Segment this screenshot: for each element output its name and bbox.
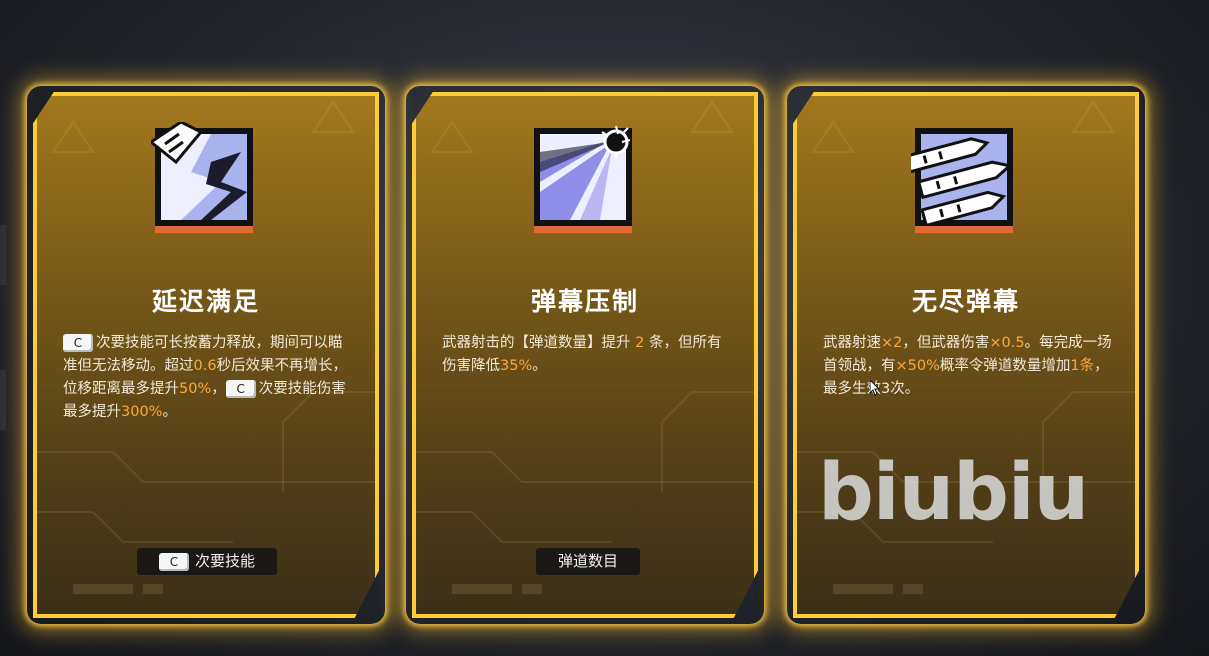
desc-value: 35% — [500, 358, 533, 374]
desc-text: 。 — [162, 404, 177, 420]
card-description: 武器射速×2，但武器伤害×0.5。每完成一场首领战，有×50%概率令弹道数量增加… — [823, 332, 1115, 401]
desc-value: 50% — [179, 381, 212, 397]
dash-strike-icon — [151, 122, 257, 234]
barrage-explosion-icon — [530, 122, 636, 234]
mouse-cursor-icon — [870, 380, 880, 396]
key-c-badge: C — [158, 552, 189, 571]
desc-value: 1条 — [1070, 358, 1095, 374]
skill-tag: 弹道数目 — [536, 548, 640, 575]
tag-label: 弹道数目 — [557, 552, 618, 570]
desc-text: ，但武器伤害 — [902, 335, 990, 351]
desc-text: 。 — [532, 358, 547, 374]
desc-text: 概率令弹道数量增加 — [939, 358, 1071, 374]
key-c-badge: C — [225, 380, 256, 398]
desc-text: 武器射速 — [823, 335, 881, 351]
key-c-badge: C — [63, 334, 93, 352]
desc-text: 武器射击的【弹道数量】提升 — [442, 335, 636, 351]
card-delayed-gratification[interactable]: 延迟满足 C 次要技能可长按蓄力释放，期间可以瞄准但无法移动。超过0.6秒后效果不… — [33, 92, 379, 618]
desc-value: 300% — [121, 404, 163, 420]
watermark: biubiu — [818, 448, 1089, 538]
desc-text: ， — [211, 381, 226, 397]
card-description: C 次要技能可长按蓄力释放，期间可以瞄准但无法移动。超过0.6秒后效果不再增长，位… — [63, 332, 355, 424]
card-title: 无尽弹幕 — [911, 287, 1020, 316]
desc-value: ×2 — [881, 335, 903, 351]
bullets-icon — [911, 122, 1017, 234]
card-title: 弹幕压制 — [530, 287, 639, 316]
desc-value: ×0.5 — [989, 335, 1025, 351]
desc-value: ×50% — [895, 358, 940, 374]
card-title: 延迟满足 — [151, 287, 260, 316]
desc-value: 2 — [635, 335, 645, 351]
desc-value: 0.6 — [193, 358, 217, 374]
card-description: 武器射击的【弹道数量】提升 2 条，但所有伤害降低35%。 — [442, 332, 734, 378]
card-endless-barrage[interactable]: 无尽弹幕 武器射速×2，但武器伤害×0.5。每完成一场首领战，有×50%概率令弹… — [793, 92, 1139, 618]
card-barrage-suppression[interactable]: 弹幕压制 武器射击的【弹道数量】提升 2 条，但所有伤害降低35%。 弹道数目 — [412, 92, 758, 618]
skill-tag: C 次要技能 — [137, 548, 277, 575]
tag-label: 次要技能 — [194, 552, 255, 570]
